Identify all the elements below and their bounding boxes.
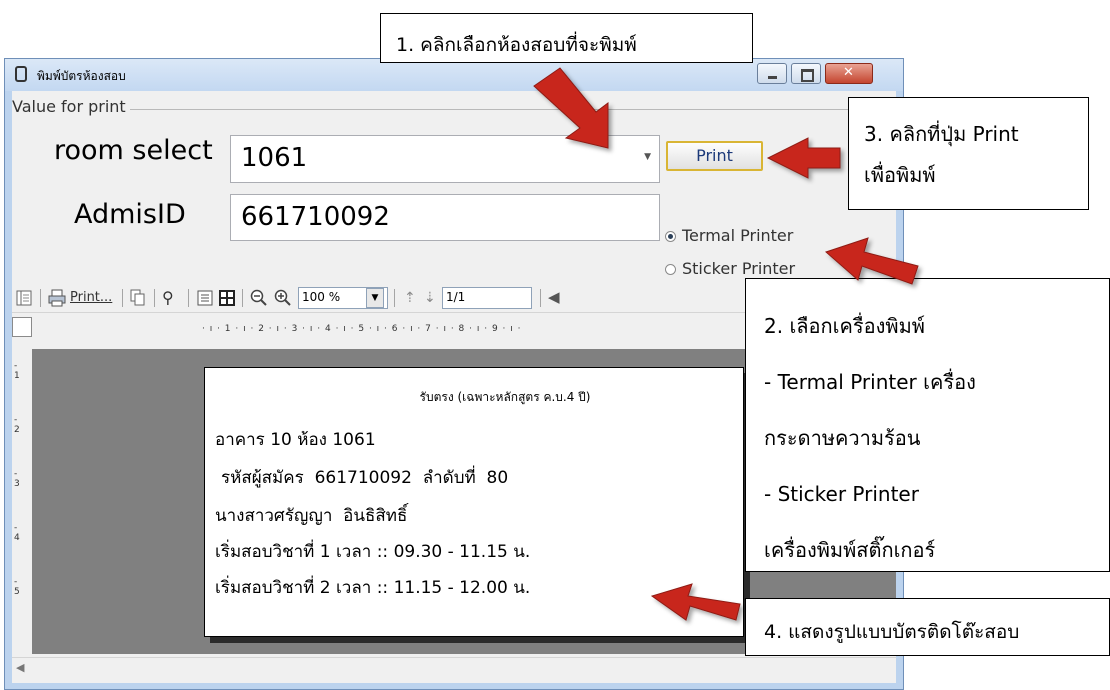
card-header: รับตรง (เฉพาะหลักสูตร ค.บ.4 ปี) (419, 390, 591, 404)
admis-id-value: 661710092 (241, 202, 390, 232)
binoculars-icon[interactable]: ⚲ (162, 288, 174, 307)
radio-selected-icon[interactable] (665, 231, 676, 242)
printer-icon[interactable] (48, 289, 66, 307)
page-toggle-icon[interactable] (16, 290, 32, 306)
toolbar-separator (122, 289, 123, 307)
toolbar-separator (154, 289, 155, 307)
callout-step-4-text: 4. แสดงรูปแบบบัตรติดโต๊ะสอบ (764, 621, 1020, 643)
room-select-value: 1061 (241, 143, 308, 173)
callout-step-2-line5: เครื่องพิมพ์สติ๊กเกอร์ (764, 538, 936, 562)
sticker-printer-radio[interactable]: Sticker Printer (665, 259, 795, 278)
value-for-print-group (12, 109, 892, 270)
admis-id-label: AdmisID (74, 199, 186, 230)
callout-step-1: 1. คลิกเลือกห้องสอบที่จะพิมพ์ (380, 13, 753, 63)
vertical-ruler: - 1 - 2 - 3 - 4 - 5 (14, 361, 26, 661)
ruler-corner (12, 317, 32, 337)
toolbar-separator (540, 289, 541, 307)
card-applicant-name: นางสาวศรัญญา อินธิสิทธิ์ (215, 506, 408, 526)
maximize-button[interactable] (791, 63, 821, 84)
page-number-value: 1/1 (446, 290, 466, 304)
callout-step-2-line4: - Sticker Printer (764, 482, 919, 506)
exam-card-page: รับตรง (เฉพาะหลักสูตร ค.บ.4 ปี) อาคาร 10… (204, 367, 744, 637)
paperclip-icon (15, 66, 27, 82)
card-building-room: อาคาร 10 ห้อง 1061 (215, 430, 376, 450)
zoom-value: 100 % (302, 290, 341, 304)
zoom-in-icon[interactable] (274, 289, 292, 307)
toolbar-separator (242, 289, 243, 307)
ruler-tick-label: - 2 (14, 415, 20, 435)
callout-step-2: 2. เลือกเครื่องพิมพ์ - Termal Printer เค… (745, 278, 1110, 572)
zoom-out-icon[interactable] (250, 289, 268, 307)
toolbar-separator (394, 289, 395, 307)
window-title: พิมพ์บัตรห้องสอบ (37, 69, 126, 83)
nav-icon[interactable]: ◀ (548, 288, 560, 306)
horizontal-scrollbar[interactable]: ◀ (12, 657, 896, 680)
next-page-icon[interactable]: ⇣ (424, 290, 436, 306)
page-number-field[interactable]: 1/1 (442, 287, 532, 309)
group-label: Value for print (12, 97, 130, 116)
ruler-tick-label: - 5 (14, 577, 20, 597)
single-page-icon[interactable] (197, 290, 213, 306)
copy-icon[interactable] (130, 289, 146, 307)
sticker-printer-label: Sticker Printer (682, 259, 796, 278)
radio-unselected-icon[interactable] (665, 264, 676, 275)
scroll-left-icon[interactable]: ◀ (16, 661, 24, 674)
close-button[interactable] (825, 63, 873, 84)
toolbar-separator (188, 289, 189, 307)
title-bar: พิมพ์บัตรห้องสอบ (5, 59, 903, 91)
card-exam-time-2: เริ่มสอบวิชาที่ 2 เวลา :: 11.15 - 12.00 … (215, 578, 531, 598)
minimize-button[interactable] (757, 63, 787, 84)
prev-page-icon[interactable]: ⇡ (404, 290, 416, 306)
callout-step-2-line3: กระดาษความร้อน (764, 426, 921, 450)
chevron-down-icon[interactable]: ▼ (366, 288, 384, 308)
termal-printer-radio[interactable]: Termal Printer (665, 226, 793, 245)
callout-step-1-text: 1. คลิกเลือกห้องสอบที่จะพิมพ์ (396, 34, 637, 56)
room-select-combo[interactable]: 1061 ▼ (230, 135, 660, 183)
card-exam-time-1: เริ่มสอบวิชาที่ 1 เวลา :: 09.30 - 11.15 … (215, 542, 531, 562)
horizontal-ruler: · ı · 1 · ı · 2 · ı · 3 · ı · 4 · ı · 5 … (202, 324, 522, 334)
callout-step-3-line1: 3. คลิกที่ปุ่ม Print (864, 122, 1019, 146)
card-applicant-id: รหัสผู้สมัคร 661710092 ลำดับที่ 80 (221, 468, 509, 488)
callout-step-4: 4. แสดงรูปแบบบัตรติดโต๊ะสอบ (745, 598, 1110, 656)
chevron-down-icon[interactable]: ▼ (644, 152, 651, 162)
ruler-tick-label: - 4 (14, 523, 20, 543)
toolbar-separator (40, 289, 41, 307)
ruler-tick-label: - 1 (14, 361, 20, 381)
print-button[interactable]: Print (666, 141, 763, 171)
callout-step-2-line1: 2. เลือกเครื่องพิมพ์ (764, 314, 925, 338)
ruler-tick-label: - 3 (14, 469, 20, 489)
callout-step-3-line2: เพื่อพิมพ์ (864, 163, 936, 187)
room-select-label: room select (54, 135, 213, 166)
multi-page-icon[interactable] (219, 290, 235, 306)
print-toolbar-button[interactable]: Print... (70, 290, 112, 305)
callout-step-2-line2: - Termal Printer เครื่อง (764, 370, 976, 394)
callout-step-3: 3. คลิกที่ปุ่ม Print เพื่อพิมพ์ (848, 97, 1089, 210)
admis-id-input[interactable]: 661710092 (230, 194, 660, 241)
termal-printer-label: Termal Printer (682, 226, 794, 245)
